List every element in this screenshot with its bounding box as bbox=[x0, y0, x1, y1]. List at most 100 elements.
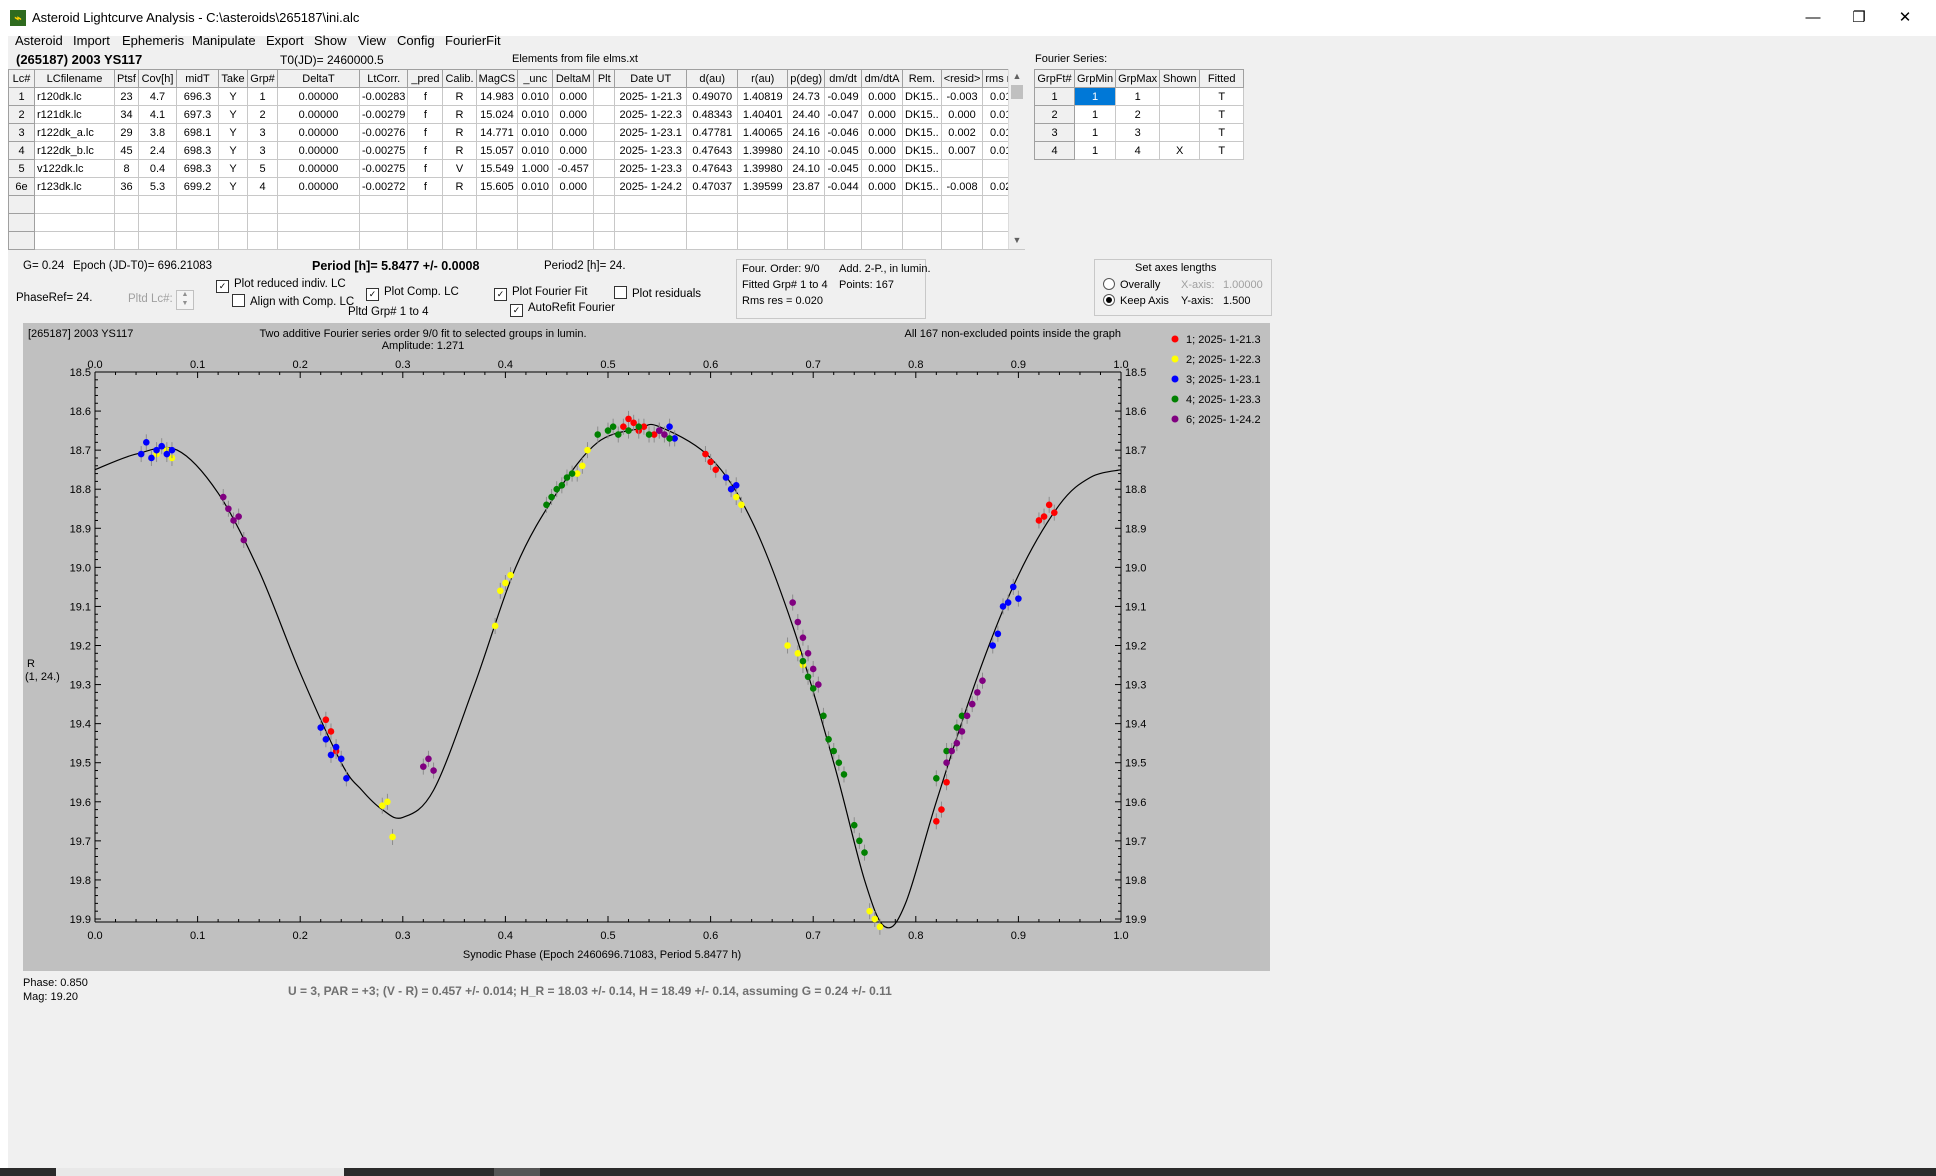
table-cell[interactable]: -0.044 bbox=[824, 177, 863, 196]
checkbox-checked-icon[interactable]: ✓ bbox=[366, 288, 379, 301]
table-cell[interactable] bbox=[593, 195, 616, 214]
column-header[interactable]: Calib. bbox=[442, 69, 477, 88]
table-cell[interactable] bbox=[247, 231, 278, 250]
column-header[interactable]: d(au) bbox=[686, 69, 739, 88]
table-cell[interactable]: 696.3 bbox=[176, 87, 219, 106]
table-cell[interactable]: 2025- 1-22.3 bbox=[614, 105, 688, 124]
table-cell[interactable]: 0.000 bbox=[940, 105, 984, 124]
lightcurve-plot[interactable]: [265187] 2003 YS117 Two additive Fourier… bbox=[23, 323, 1270, 971]
table-cell[interactable]: -0.457 bbox=[552, 159, 595, 178]
table-cell[interactable]: 0.00000 bbox=[277, 141, 360, 160]
table-cell[interactable]: 0.000 bbox=[552, 87, 595, 106]
radio-icon[interactable] bbox=[1103, 278, 1115, 290]
table-cell[interactable]: 15.549 bbox=[475, 159, 519, 178]
table-cell[interactable]: 15.605 bbox=[475, 177, 519, 196]
table-cell[interactable]: 0.000 bbox=[552, 123, 595, 142]
table-cell[interactable]: 24.73 bbox=[787, 87, 826, 106]
menu-asteroid[interactable]: Asteroid bbox=[15, 33, 63, 48]
table-cell[interactable]: 1.40401 bbox=[737, 105, 789, 124]
plot-residuals-checkbox[interactable]: Plot residuals bbox=[614, 286, 701, 300]
table-cell[interactable]: T bbox=[1199, 141, 1245, 160]
table-cell[interactable]: 698.3 bbox=[176, 141, 219, 160]
empty-table-row[interactable] bbox=[8, 231, 1026, 250]
table-cell[interactable]: 1.40065 bbox=[737, 123, 789, 142]
table-cell[interactable] bbox=[552, 231, 595, 250]
pltd-lc-spinner[interactable]: ▲ ▼ bbox=[176, 290, 194, 310]
table-cell[interactable]: f bbox=[407, 177, 444, 196]
taskbar-search[interactable] bbox=[56, 1168, 344, 1176]
table-cell[interactable]: 0.48343 bbox=[686, 105, 739, 124]
table-row[interactable]: 4 r122dk_b.lc 45 2.4 698.3 Y 3 0.00000 -0.00275 f… bbox=[8, 141, 1026, 160]
column-header[interactable]: p(deg) bbox=[787, 69, 826, 88]
table-cell[interactable]: 0.000 bbox=[552, 177, 595, 196]
table-cell[interactable] bbox=[176, 231, 219, 250]
menu-config[interactable]: Config bbox=[397, 33, 435, 48]
table-cell[interactable]: 0.4 bbox=[138, 159, 177, 178]
table-cell[interactable] bbox=[8, 213, 35, 232]
table-cell[interactable] bbox=[218, 231, 248, 250]
table-cell[interactable]: 2 bbox=[1034, 105, 1075, 124]
table-cell[interactable] bbox=[787, 195, 826, 214]
scroll-up-icon[interactable]: ▲ bbox=[1009, 71, 1025, 81]
table-cell[interactable]: 0.000 bbox=[552, 141, 595, 160]
table-cell[interactable]: 3 bbox=[247, 123, 278, 142]
column-header[interactable]: Ptsf bbox=[114, 69, 139, 88]
table-cell[interactable]: R bbox=[442, 87, 477, 106]
table-cell[interactable]: 5 bbox=[8, 159, 35, 178]
table-cell[interactable] bbox=[787, 213, 826, 232]
table-cell[interactable]: f bbox=[407, 159, 444, 178]
table-cell[interactable] bbox=[407, 231, 444, 250]
menu-show[interactable]: Show bbox=[314, 33, 347, 48]
table-cell[interactable] bbox=[277, 213, 360, 232]
table-row[interactable]: 1 r120dk.lc 23 4.7 696.3 Y 1 0.00000 -0.00283 f R 1… bbox=[8, 87, 1026, 106]
plot-comp-checkbox[interactable]: ✓ Plot Comp. LC bbox=[366, 286, 459, 301]
table-row[interactable]: 5 v122dk.lc 8 0.4 698.3 Y 5 0.00000 -0.00275 f V 15… bbox=[8, 159, 1026, 178]
table-cell[interactable]: 1 bbox=[1073, 105, 1117, 124]
table-cell[interactable]: 0.000 bbox=[861, 159, 904, 178]
table-cell[interactable]: 1 bbox=[1073, 123, 1117, 142]
table-cell[interactable] bbox=[902, 213, 942, 232]
table-cell[interactable] bbox=[593, 105, 616, 124]
close-button[interactable]: ✕ bbox=[1882, 0, 1928, 36]
table-cell[interactable]: 0.000 bbox=[552, 105, 595, 124]
plot-reduced-checkbox[interactable]: ✓ Plot reduced indiv. LC bbox=[216, 278, 346, 293]
table-cell[interactable]: Y bbox=[218, 123, 248, 142]
table-cell[interactable]: Y bbox=[218, 159, 248, 178]
table-cell[interactable]: 698.3 bbox=[176, 159, 219, 178]
empty-table-row[interactable] bbox=[8, 195, 1026, 214]
table-cell[interactable] bbox=[614, 231, 688, 250]
column-header[interactable]: dm/dtA bbox=[861, 69, 904, 88]
table-cell[interactable] bbox=[593, 213, 616, 232]
table-cell[interactable]: 5 bbox=[247, 159, 278, 178]
table-cell[interactable]: 1.39599 bbox=[737, 177, 789, 196]
table-cell[interactable]: 24.10 bbox=[787, 159, 826, 178]
table-cell[interactable]: 0.47643 bbox=[686, 159, 739, 178]
table-cell[interactable]: DK15.. bbox=[902, 87, 942, 106]
table-cell[interactable]: 699.2 bbox=[176, 177, 219, 196]
table-cell[interactable] bbox=[407, 195, 444, 214]
table-cell[interactable] bbox=[114, 213, 139, 232]
table-cell[interactable] bbox=[277, 195, 360, 214]
table-cell[interactable]: 0.010 bbox=[517, 87, 554, 106]
column-header[interactable]: MagCS bbox=[475, 69, 519, 88]
table-cell[interactable] bbox=[593, 87, 616, 106]
minimize-button[interactable]: — bbox=[1790, 0, 1836, 36]
column-header[interactable]: Take bbox=[218, 69, 248, 88]
table-cell[interactable]: 0.49070 bbox=[686, 87, 739, 106]
table-cell[interactable]: -0.00275 bbox=[358, 141, 409, 160]
table-cell[interactable]: 0.00000 bbox=[277, 123, 360, 142]
table-cell[interactable] bbox=[861, 213, 904, 232]
table-cell[interactable] bbox=[593, 141, 616, 160]
table-cell[interactable]: 0.00000 bbox=[277, 87, 360, 106]
table-row[interactable]: 414XT bbox=[1034, 141, 1245, 160]
column-header[interactable]: Lc# bbox=[8, 69, 35, 88]
table-cell[interactable] bbox=[824, 213, 863, 232]
table-cell[interactable]: 24.40 bbox=[787, 105, 826, 124]
column-header[interactable]: Rem. bbox=[902, 69, 942, 88]
table-cell[interactable] bbox=[8, 195, 35, 214]
table-cell[interactable] bbox=[737, 231, 789, 250]
table-cell[interactable]: 1.000 bbox=[517, 159, 554, 178]
menu-manipulate[interactable]: Manipulate bbox=[192, 33, 256, 48]
table-cell[interactable]: 0.000 bbox=[861, 123, 904, 142]
table-cell[interactable]: 3.8 bbox=[138, 123, 177, 142]
